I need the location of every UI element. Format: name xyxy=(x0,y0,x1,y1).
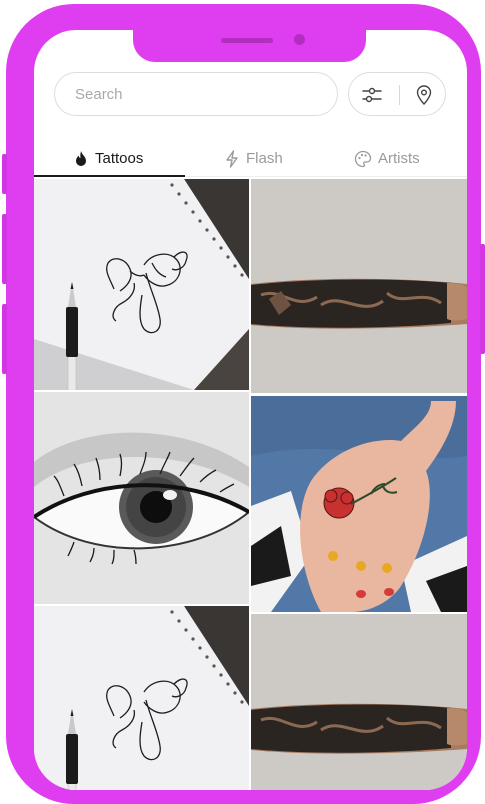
phone-frame: Tattoos Flash Artists xyxy=(2,4,485,804)
eye-drawing-image xyxy=(34,392,249,604)
iris-sketch-image xyxy=(34,606,249,790)
search-bar[interactable] xyxy=(54,72,338,116)
tab-label: Tattoos xyxy=(95,150,144,167)
iris-sketch-image xyxy=(34,179,249,390)
grid-item[interactable] xyxy=(251,396,467,612)
tab-label: Flash xyxy=(246,150,283,167)
image-grid xyxy=(34,179,467,790)
front-camera xyxy=(294,34,305,45)
map-pin-icon xyxy=(416,85,432,106)
tools-divider xyxy=(399,85,400,105)
grid-item[interactable] xyxy=(251,614,467,790)
grid-item[interactable] xyxy=(34,392,249,604)
side-button xyxy=(2,304,7,374)
lightning-icon xyxy=(226,149,238,168)
grid-item[interactable] xyxy=(34,179,249,390)
tab-tattoos[interactable]: Tattoos xyxy=(73,140,143,177)
flame-icon xyxy=(76,150,86,166)
search-input[interactable] xyxy=(73,84,317,104)
tab-artists[interactable]: Artists xyxy=(354,140,420,177)
side-button xyxy=(2,154,7,194)
location-button[interactable] xyxy=(412,83,436,107)
filter-button[interactable] xyxy=(360,83,384,107)
tab-bar: Tattoos Flash Artists xyxy=(34,140,467,178)
tab-label: Artists xyxy=(378,150,420,167)
app-screen: Tattoos Flash Artists xyxy=(34,30,467,790)
side-button xyxy=(480,244,485,354)
speaker xyxy=(221,38,273,43)
phone-notch xyxy=(133,28,366,62)
grid-item[interactable] xyxy=(251,179,467,393)
sleeve-tattoo-image xyxy=(251,179,467,393)
active-tab-indicator xyxy=(34,175,185,177)
sliders-icon xyxy=(362,87,382,103)
rose-hand-tattoo-image xyxy=(251,396,467,612)
grid-item[interactable] xyxy=(34,606,249,790)
tab-flash[interactable]: Flash xyxy=(224,140,283,177)
sleeve-tattoo-image xyxy=(251,614,467,790)
palette-icon xyxy=(354,150,372,167)
side-button xyxy=(2,214,7,284)
search-tools xyxy=(348,72,446,116)
